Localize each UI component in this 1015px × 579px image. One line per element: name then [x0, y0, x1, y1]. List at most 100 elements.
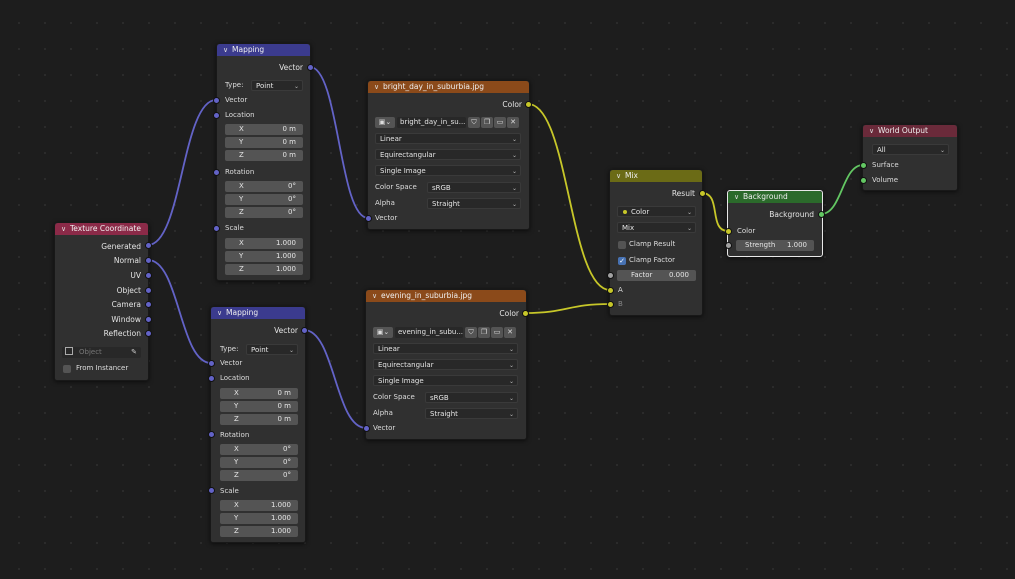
color-space-dropdown[interactable]: sRGB ⌄	[427, 182, 521, 193]
link-background-to-world[interactable]	[820, 164, 864, 215]
type-dropdown[interactable]: Point ⌄	[251, 80, 303, 91]
rotation-y-field[interactable]: Y 0°	[220, 457, 298, 468]
duplicate-icon[interactable]: ❐	[478, 327, 490, 338]
rotation-y-field[interactable]: Y 0°	[225, 194, 303, 205]
scale-x-field[interactable]: X 1.000	[225, 238, 303, 249]
type-dropdown[interactable]: Point ⌄	[246, 344, 298, 355]
image-texture-node-2[interactable]: ∨ evening_in_suburbia.jpg Color ▣⌄ evenin…	[365, 289, 527, 440]
interpolation-dropdown[interactable]: Linear ⌄	[373, 343, 518, 354]
texcoord-generated-socket[interactable]	[144, 241, 152, 249]
mix-in-a-socket[interactable]	[606, 286, 614, 294]
mapping2-scale-socket[interactable]	[207, 486, 215, 494]
duplicate-icon[interactable]: ❐	[481, 117, 493, 128]
image-browse-icon[interactable]: ▣⌄	[373, 327, 393, 338]
projection-dropdown[interactable]: Equirectangular ⌄	[373, 359, 518, 370]
location-y-field[interactable]: Y 0 m	[220, 401, 298, 412]
link-normal-to-mapping2[interactable]	[147, 259, 212, 364]
source-dropdown[interactable]: Single Image ⌄	[375, 165, 521, 176]
collapse-chevron-icon[interactable]: ∨	[869, 125, 878, 137]
location-z-field[interactable]: Z 0 m	[225, 150, 303, 161]
source-dropdown[interactable]: Single Image ⌄	[373, 375, 518, 386]
mix-node[interactable]: ∨ Mix Result Color ⌄ Mix ⌄ Clamp Result ✓ C…	[609, 169, 703, 316]
collapse-chevron-icon[interactable]: ∨	[61, 223, 70, 235]
collapse-chevron-icon[interactable]: ∨	[372, 290, 381, 302]
rotation-x-field[interactable]: X 0°	[225, 181, 303, 192]
node-header[interactable]: ∨ bright_day_in_suburbia.jpg	[368, 81, 529, 93]
mapping1-location-socket[interactable]	[212, 111, 220, 119]
img2-out-color-socket[interactable]	[521, 309, 529, 317]
color-space-dropdown[interactable]: sRGB ⌄	[425, 392, 518, 403]
open-folder-icon[interactable]: ▭	[494, 117, 506, 128]
clamp-result-checkbox[interactable]	[618, 241, 626, 249]
image-name-field[interactable]: bright_day_in_su...	[397, 117, 466, 128]
mapping1-rotation-socket[interactable]	[212, 168, 220, 176]
location-x-field[interactable]: X 0 m	[220, 388, 298, 399]
open-folder-icon[interactable]: ▭	[491, 327, 503, 338]
texcoord-window-socket[interactable]	[144, 315, 152, 323]
alpha-dropdown[interactable]: Straight ⌄	[425, 408, 518, 419]
rotation-x-field[interactable]: X 0°	[220, 444, 298, 455]
location-z-field[interactable]: Z 0 m	[220, 414, 298, 425]
node-header[interactable]: ∨ Mix	[610, 170, 702, 182]
collapse-chevron-icon[interactable]: ∨	[734, 191, 743, 203]
mapping1-in-vector-socket[interactable]	[212, 96, 220, 104]
target-dropdown[interactable]: All ⌄	[872, 144, 949, 155]
mix-factor-socket[interactable]	[606, 271, 614, 279]
image-texture-node-1[interactable]: ∨ bright_day_in_suburbia.jpg Color ▣⌄ bri…	[367, 80, 530, 230]
rotation-z-field[interactable]: Z 0°	[225, 207, 303, 218]
collapse-chevron-icon[interactable]: ∨	[217, 307, 226, 319]
img1-out-color-socket[interactable]	[524, 100, 532, 108]
world-output-volume-socket[interactable]	[859, 176, 867, 184]
scale-y-field[interactable]: Y 1.000	[220, 513, 298, 524]
texcoord-object-socket[interactable]	[144, 286, 152, 294]
image-browse-icon[interactable]: ▣⌄	[375, 117, 395, 128]
collapse-chevron-icon[interactable]: ∨	[223, 44, 232, 56]
mapping1-out-vector-socket[interactable]	[306, 63, 314, 71]
node-header[interactable]: ∨ Mapping	[217, 44, 310, 56]
node-header[interactable]: ∨ World Output	[863, 125, 957, 137]
link-mapping2-to-img2[interactable]	[303, 329, 367, 429]
scale-y-field[interactable]: Y 1.000	[225, 251, 303, 262]
link-mapping1-to-img1[interactable]	[309, 66, 369, 219]
scale-x-field[interactable]: X 1.000	[220, 500, 298, 511]
node-header[interactable]: ∨ evening_in_suburbia.jpg	[366, 290, 526, 302]
texcoord-normal-socket[interactable]	[144, 256, 152, 264]
alpha-dropdown[interactable]: Straight ⌄	[427, 198, 521, 209]
projection-dropdown[interactable]: Equirectangular ⌄	[375, 149, 521, 160]
link-mix-to-background[interactable]	[701, 192, 729, 232]
location-y-field[interactable]: Y 0 m	[225, 137, 303, 148]
mapping2-rotation-socket[interactable]	[207, 430, 215, 438]
background-strength-socket[interactable]	[724, 241, 732, 249]
collapse-chevron-icon[interactable]: ∨	[374, 81, 383, 93]
from-instancer-checkbox[interactable]	[63, 365, 71, 373]
img1-in-vector-socket[interactable]	[364, 214, 372, 222]
mapping2-location-socket[interactable]	[207, 374, 215, 382]
node-header[interactable]: ∨ Mapping	[211, 307, 305, 319]
mix-in-b-socket[interactable]	[606, 300, 614, 308]
mapping2-out-vector-socket[interactable]	[300, 326, 308, 334]
world-output-node[interactable]: ∨ World Output All ⌄ Surface Volume	[862, 124, 958, 191]
collapse-chevron-icon[interactable]: ∨	[616, 170, 625, 182]
eyedropper-icon[interactable]: ✎	[131, 347, 137, 358]
background-out-socket[interactable]	[817, 210, 825, 218]
link-img1-to-mix-a[interactable]	[527, 103, 611, 291]
texture-coordinate-node[interactable]: ∨ Texture Coordinate Generated Normal UV …	[54, 222, 149, 381]
mapping-node-2[interactable]: ∨ Mapping Vector Type: Point ⌄ Vector Loca…	[210, 306, 306, 543]
background-in-color-socket[interactable]	[724, 227, 732, 235]
link-generated-to-mapping1[interactable]	[147, 99, 217, 246]
mapping2-in-vector-socket[interactable]	[207, 359, 215, 367]
interpolation-dropdown[interactable]: Linear ⌄	[375, 133, 521, 144]
world-output-surface-socket[interactable]	[859, 161, 867, 169]
texcoord-camera-socket[interactable]	[144, 300, 152, 308]
close-icon[interactable]: ✕	[504, 327, 516, 338]
img2-in-vector-socket[interactable]	[362, 424, 370, 432]
node-header[interactable]: ∨ Texture Coordinate	[55, 223, 148, 235]
mix-out-result-socket[interactable]	[698, 189, 706, 197]
node-header[interactable]: ∨ Background	[728, 191, 822, 203]
strength-field[interactable]: Strength 1.000	[736, 240, 814, 251]
fake-user-shield-icon[interactable]: ⛉	[468, 117, 480, 128]
close-icon[interactable]: ✕	[507, 117, 519, 128]
rotation-z-field[interactable]: Z 0°	[220, 470, 298, 481]
scale-z-field[interactable]: Z 1.000	[225, 264, 303, 275]
background-node[interactable]: ∨ Background Background Color Strength 1.0…	[727, 190, 823, 257]
